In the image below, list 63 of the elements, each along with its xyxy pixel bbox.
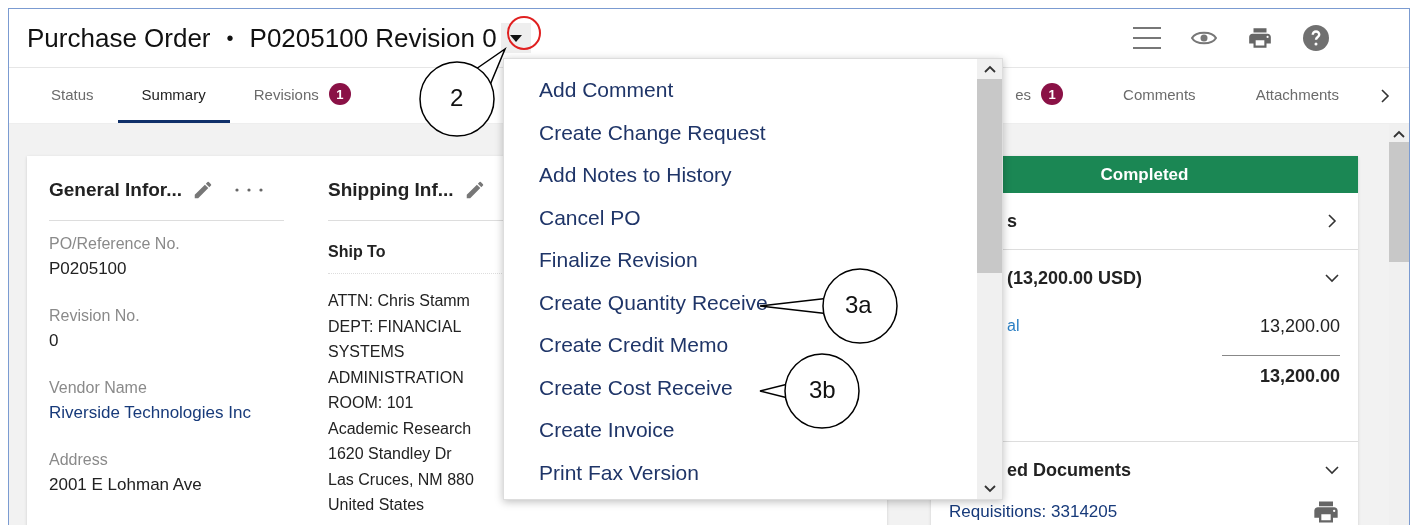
page-title: Purchase Order [27, 22, 211, 54]
section-title: Shipping Inf... [328, 179, 454, 201]
address-line: ADMINISTRATION [328, 367, 465, 388]
highlight-circle [506, 15, 542, 51]
section-title: ed Documents [1007, 459, 1132, 481]
field-label: Address [49, 451, 109, 469]
address-line: 1620 Standley Dr [328, 444, 453, 464]
menu-item[interactable]: Create Invoice [539, 409, 675, 452]
menu-item[interactable]: Finalize Revision [539, 239, 698, 282]
count-badge: 1 [1041, 83, 1064, 105]
document-number: P0205100 Revision 0 [249, 22, 497, 54]
total-amount: 13,200.00 [1222, 355, 1340, 387]
help-button[interactable] [1303, 25, 1329, 51]
menu-item[interactable]: Create Cost Receive [539, 366, 733, 409]
amount: 13,200.00 [1259, 315, 1340, 337]
eye-icon [1191, 29, 1217, 47]
address-line: United States [328, 495, 426, 515]
tab[interactable]: es 1 [1015, 68, 1094, 123]
scroll-up-icon[interactable] [1393, 130, 1405, 138]
address-line: ATTN: Chris Stamm [328, 291, 471, 311]
menu-item[interactable]: Create Credit Memo [539, 324, 729, 367]
section-title: s [1007, 210, 1017, 232]
section-title: (13,200.00 USD) [1007, 267, 1143, 289]
menu-scrollbar[interactable] [977, 59, 1002, 499]
vendor-link[interactable]: Riverside Technologies Inc [49, 403, 284, 423]
scroll-up-icon[interactable] [983, 65, 996, 73]
address-line: Academic Research [328, 418, 473, 439]
field-label: PO/Reference No. [49, 235, 181, 253]
line-link[interactable]: al [1007, 317, 1020, 335]
print-button[interactable] [1247, 25, 1273, 51]
requisition-link[interactable]: Requisitions: 3314205 [949, 502, 1118, 522]
section-title: General Infor... [49, 179, 183, 201]
preview-button[interactable] [1191, 29, 1217, 47]
address-line: Las Cruces, NM 880 [328, 469, 475, 490]
caret-icon [509, 34, 522, 42]
address-line: SYSTEMS [328, 342, 406, 362]
count-badge: 1 [328, 83, 351, 105]
field-label: Revision No. [49, 307, 141, 325]
menu-item[interactable]: Add Comment [539, 69, 674, 112]
callout-number: 3a [845, 291, 872, 319]
menu-item[interactable]: Create Change Request [539, 111, 766, 154]
menu-item[interactable]: Cancel PO [539, 196, 641, 239]
callout-number: 3b [809, 376, 836, 404]
tab[interactable]: Attachments [1225, 68, 1369, 123]
field-value: 0 [49, 331, 60, 351]
tab[interactable]: Comments [1093, 68, 1226, 123]
address-line: ROOM: 101 [328, 393, 415, 413]
title-separator: • [226, 26, 234, 50]
menu-item[interactable]: Print Fax Version [539, 451, 699, 494]
address-line: DEPT: FINANCIAL [328, 316, 463, 337]
field-label: Vendor Name [49, 379, 148, 397]
field-value: P0205100 [49, 259, 128, 279]
tab[interactable]: Revisions 1 [229, 68, 375, 123]
more-icon[interactable] [234, 187, 265, 193]
scroll-down-icon[interactable] [983, 485, 996, 493]
callout-number: 2 [450, 84, 464, 112]
menu-item[interactable]: Create Quantity Receive [539, 281, 768, 324]
menu-item[interactable]: Add Notes to History [539, 154, 732, 197]
menu-button[interactable] [1133, 27, 1161, 49]
tab[interactable]: Status [27, 68, 118, 123]
menu-icon [1133, 27, 1161, 49]
help-icon [1303, 25, 1329, 51]
field-value: 2001 E Lohman Ave [49, 475, 203, 495]
